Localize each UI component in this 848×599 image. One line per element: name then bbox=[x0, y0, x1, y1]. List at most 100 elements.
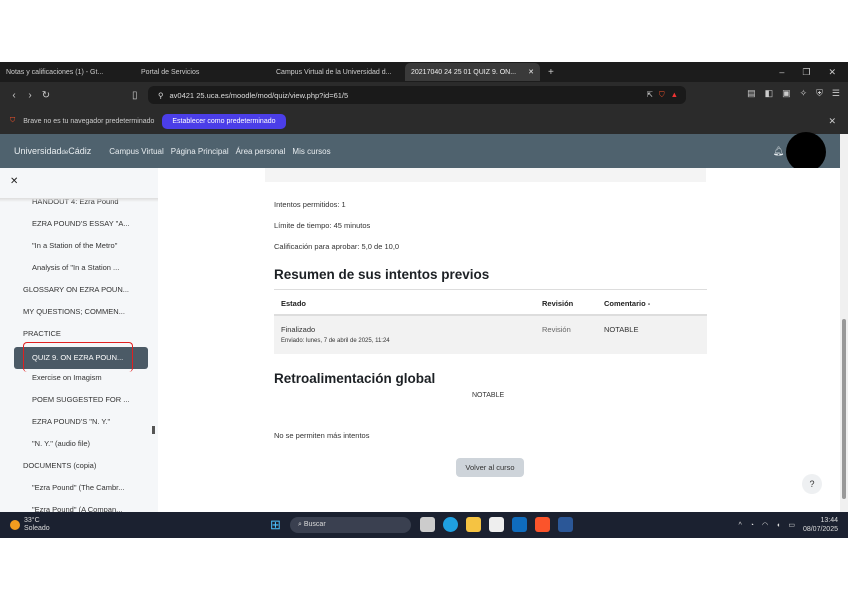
back-icon[interactable]: ‹ bbox=[6, 90, 22, 101]
battery-icon[interactable]: ▭ bbox=[788, 521, 795, 529]
bookmark-icon[interactable]: ▯ bbox=[132, 90, 138, 101]
volume-icon[interactable]: ◖ bbox=[776, 522, 780, 529]
nav-dashboard[interactable]: Área personal bbox=[236, 147, 286, 156]
site-logo[interactable]: UniversidaddeCádiz bbox=[14, 146, 91, 156]
close-tab-icon[interactable]: ✕ bbox=[528, 68, 534, 76]
notifications-bell-icon[interactable]: 🔔︎ bbox=[773, 146, 784, 157]
menu-icon[interactable]: ☰ bbox=[832, 88, 840, 99]
no-more-attempts: No se permiten más intentos bbox=[274, 431, 369, 440]
attempts-table: Estado Revisión Comentario - Finalizado … bbox=[274, 289, 707, 354]
course-index-drawer: ✕ HANDOUT 4: Ezra PoundEZRA POUND'S ESSA… bbox=[0, 168, 158, 512]
outlook-icon[interactable] bbox=[512, 517, 527, 532]
col-review: Revisión bbox=[542, 299, 573, 308]
col-state: Estado bbox=[281, 299, 306, 308]
restore-icon[interactable]: ❐ bbox=[802, 67, 810, 78]
tray-chevron-icon[interactable]: ^ bbox=[738, 522, 741, 529]
reload-icon[interactable]: ↻ bbox=[38, 90, 54, 101]
avatar[interactable] bbox=[786, 132, 826, 172]
tab-label: Campus Virtual de la Universidad d... bbox=[276, 69, 391, 76]
tab-label: Portal de Servicios bbox=[141, 69, 199, 76]
moodle-navbar: UniversidaddeCádiz Campus Virtual Página… bbox=[0, 134, 840, 168]
sidebar-item[interactable]: EZRA POUND'S "N. Y." bbox=[32, 417, 110, 426]
vpn-icon[interactable]: ⛨ bbox=[816, 88, 823, 99]
time-limit: Límite de tiempo: 45 minutos bbox=[274, 221, 370, 230]
pass-grade: Calificación para aprobar: 5,0 de 10,0 bbox=[274, 242, 399, 251]
col-comment: Comentario - bbox=[604, 299, 650, 308]
attempt-state: Finalizado bbox=[281, 325, 315, 334]
summary-heading: Resumen de sus intentos previos bbox=[274, 267, 489, 282]
feedback-text: NOTABLE bbox=[472, 392, 504, 399]
reader-icon[interactable]: ▤ bbox=[747, 88, 756, 99]
task-view-icon[interactable] bbox=[420, 517, 435, 532]
leo-icon[interactable]: ✧ bbox=[800, 88, 808, 99]
sidebar-item[interactable]: PRACTICE bbox=[23, 329, 61, 338]
set-default-button[interactable]: Establecer como predeterminado bbox=[162, 114, 285, 129]
default-browser-bar: ⛉ Brave no es tu navegador predeterminad… bbox=[0, 108, 848, 134]
page-scrollbar[interactable] bbox=[840, 134, 848, 512]
wifi-icon[interactable]: ◠ bbox=[762, 521, 768, 529]
tab-services[interactable]: Portal de Servicios bbox=[135, 63, 270, 81]
rewards-icon[interactable]: ▲ bbox=[671, 90, 678, 100]
tab-campus[interactable]: Campus Virtual de la Universidad d... bbox=[270, 63, 405, 81]
brave-logo-icon: ⛉ bbox=[10, 117, 15, 125]
forward-icon[interactable]: › bbox=[22, 90, 38, 101]
sidebar-item[interactable]: GLOSSARY ON EZRA POUN... bbox=[23, 285, 129, 294]
site-info-icon[interactable]: ⚲ bbox=[158, 91, 164, 100]
nav-campus-virtual[interactable]: Campus Virtual bbox=[109, 147, 164, 156]
store-icon[interactable] bbox=[489, 517, 504, 532]
tab-quiz[interactable]: 20217040 24 25 01 QUIZ 9. ON... ✕ bbox=[405, 63, 540, 81]
table-row: Finalizado Enviado: lunes, 7 de abril de… bbox=[274, 316, 707, 354]
sidebar-item[interactable]: "In a Station of the Metro" bbox=[32, 241, 117, 250]
nav-my-courses[interactable]: Mis cursos bbox=[292, 147, 330, 156]
sidebar-item[interactable]: POEM SUGGESTED FOR ... bbox=[32, 395, 130, 404]
minimize-icon[interactable]: – bbox=[779, 67, 784, 78]
url-field[interactable]: ⚲ av0421 25.uca.es/moodle/mod/quiz/view.p… bbox=[148, 86, 686, 104]
close-notice-icon[interactable]: ✕ bbox=[828, 116, 848, 127]
sidebar-item[interactable]: Exercise on Imagism bbox=[32, 373, 102, 382]
close-drawer-icon[interactable]: ✕ bbox=[10, 176, 18, 187]
taskbar: 33°CSoleado ⊞ ⌕ Buscar ^ ◔ ◠ ◖ ▭ 13:4408/07/2… bbox=[0, 512, 848, 538]
sidebar-item[interactable]: MY QUESTIONS; COMMEN... bbox=[23, 307, 125, 316]
tab-strip: Notas y calificaciones (1) - Gt... Porta… bbox=[0, 62, 848, 82]
attempt-submitted: Enviado: lunes, 7 de abril de 2025, 11:2… bbox=[281, 338, 390, 344]
sidebar-item[interactable]: "N. Y." (audio file) bbox=[32, 439, 90, 448]
sidebar-item[interactable]: Analysis of "In a Station ... bbox=[32, 263, 119, 272]
brave-taskbar-icon[interactable] bbox=[535, 517, 550, 532]
table-header: Estado Revisión Comentario - bbox=[274, 289, 707, 316]
sidebar-item[interactable]: DOCUMENTS (copia) bbox=[23, 461, 96, 470]
nav-home[interactable]: Página Principal bbox=[171, 147, 229, 156]
brave-shield-icon[interactable]: ⛉ bbox=[659, 90, 665, 100]
back-to-course-button[interactable]: Volver al curso bbox=[456, 458, 524, 477]
clock[interactable]: 13:4408/07/2025 bbox=[803, 516, 838, 534]
tab-label: 20217040 24 25 01 QUIZ 9. ON... bbox=[411, 69, 516, 76]
notice-text: Brave no es tu navegador predeterminado bbox=[23, 118, 154, 125]
windows-start-icon[interactable]: ⊞ bbox=[270, 517, 281, 533]
sidebar-item[interactable]: "Ezra Pound" (A Compan... bbox=[32, 505, 122, 512]
tab-grades[interactable]: Notas y calificaciones (1) - Gt... bbox=[0, 63, 135, 81]
screen: Notas y calificaciones (1) - Gt... Porta… bbox=[0, 62, 848, 538]
url-text: av0421 25.uca.es/moodle/mod/quiz/view.ph… bbox=[170, 91, 349, 100]
share-icon[interactable]: ⇱ bbox=[647, 90, 653, 100]
new-tab-button[interactable]: + bbox=[540, 67, 562, 78]
sun-icon bbox=[10, 520, 20, 530]
edge-icon[interactable] bbox=[443, 517, 458, 532]
sidebar-scrollbar[interactable] bbox=[152, 426, 155, 434]
weather-widget[interactable]: 33°CSoleado bbox=[10, 517, 50, 533]
red-annotation bbox=[23, 342, 133, 372]
attempts-allowed: Intentos permitidos: 1 bbox=[274, 200, 346, 209]
network-icon[interactable]: ◔ bbox=[750, 522, 754, 529]
review-link[interactable]: Revisión bbox=[542, 325, 571, 334]
address-bar-row: ‹ › ↻ ▯ ⚲ av0421 25.uca.es/moodle/mod/qui… bbox=[0, 82, 848, 108]
help-button[interactable]: ? bbox=[802, 474, 822, 494]
sidebar-item[interactable]: "Ezra Pound" (The Cambr... bbox=[32, 483, 124, 492]
sidebar-item[interactable]: EZRA POUND'S ESSAY "A... bbox=[32, 219, 130, 228]
taskbar-search[interactable]: ⌕ Buscar bbox=[290, 517, 411, 533]
close-window-icon[interactable]: ✕ bbox=[828, 67, 836, 78]
wallet-icon[interactable]: ▣ bbox=[782, 88, 791, 99]
word-icon[interactable] bbox=[558, 517, 573, 532]
card-top bbox=[265, 168, 706, 182]
sidebar-icon[interactable]: ◧ bbox=[765, 88, 774, 99]
file-explorer-icon[interactable] bbox=[466, 517, 481, 532]
feedback-heading: Retroalimentación global bbox=[274, 371, 435, 386]
main-content: Intentos permitidos: 1 Límite de tiempo:… bbox=[158, 168, 840, 512]
